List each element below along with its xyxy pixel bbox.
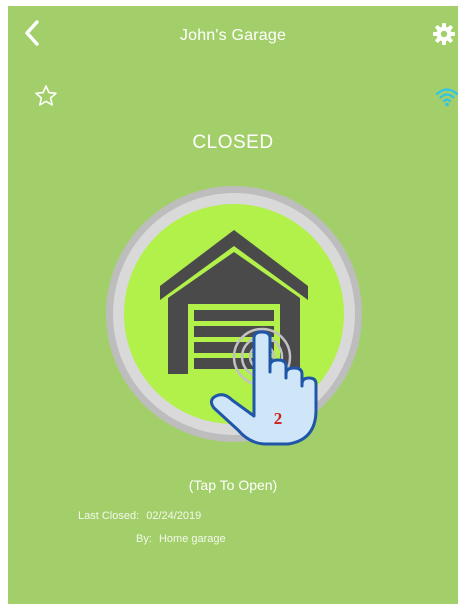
- gear-icon: [433, 23, 455, 45]
- door-button-graphic: 2: [106, 186, 362, 446]
- top-bar: John's Garage: [8, 6, 458, 64]
- tap-hint: (Tap To Open): [188, 477, 278, 493]
- closed-by-label: By:: [136, 533, 152, 545]
- closed-by-value: Home garage: [158, 533, 226, 545]
- door-status: CLOSED: [192, 132, 274, 153]
- closed-by-info: By: Home garage: [136, 533, 226, 545]
- page-title: John's Garage: [179, 27, 287, 44]
- last-closed-info: Last Closed: 02/24/2019: [78, 510, 201, 522]
- garage-door-button[interactable]: 2: [102, 182, 366, 446]
- step-number: 2: [274, 409, 283, 428]
- app-screen: John's Garage CLOSED 2 (Tap To Open) Las…: [8, 6, 458, 604]
- connection-status: [435, 86, 458, 108]
- settings-button[interactable]: [432, 22, 456, 46]
- star-outline-icon: [35, 85, 57, 106]
- wifi-icon: [435, 88, 458, 107]
- last-closed-label: Last Closed:: [78, 510, 140, 522]
- last-closed-value: 02/24/2019: [146, 510, 202, 522]
- favorite-button[interactable]: [34, 84, 58, 108]
